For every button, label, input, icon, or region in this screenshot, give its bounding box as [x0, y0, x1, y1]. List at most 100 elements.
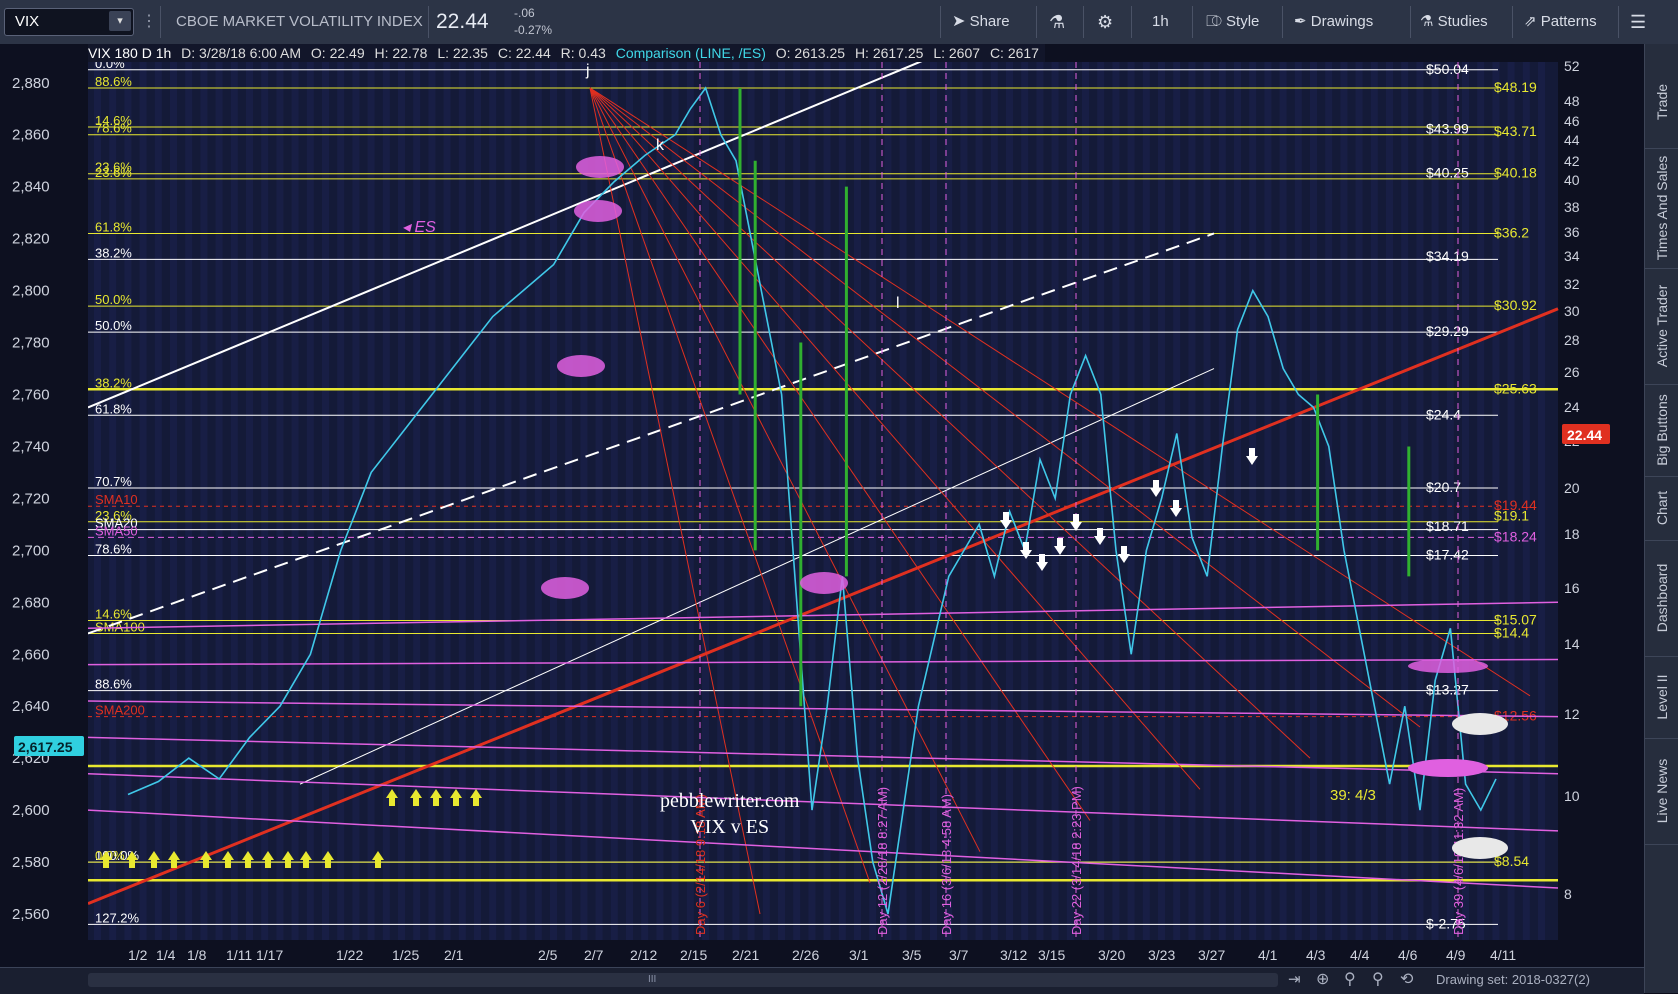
time-band — [1310, 62, 1317, 940]
sidebar-item-chart[interactable]: Chart — [1645, 476, 1678, 541]
drawings-label: Drawings — [1310, 13, 1374, 30]
link-icon[interactable]: ⋮ — [141, 0, 157, 44]
fib-right-label: $18.71 — [1426, 518, 1469, 534]
zoom-out-icon[interactable]: ⚲ — [1372, 969, 1384, 989]
divider — [428, 6, 429, 38]
gear-icon[interactable]: ⚙ — [1097, 0, 1113, 44]
right-axis-tick: 34 — [1564, 248, 1580, 264]
time-band — [215, 62, 223, 940]
fib-right-label: $24.4 — [1426, 406, 1461, 422]
x-axis-tick: 3/7 — [949, 947, 969, 963]
sidebar-item-live-news[interactable]: Live News — [1645, 738, 1678, 845]
infobar: VIX 180 D 1h D: 3/28/18 6:00 AM O: 22.49… — [88, 44, 1045, 62]
left-axis-tick: 2,800 — [12, 283, 50, 300]
price-change: -.06 — [514, 6, 535, 20]
sidebar-item-trade[interactable]: Trade — [1645, 56, 1678, 149]
right-axis-tick: 26 — [1564, 364, 1580, 380]
time-band — [1431, 62, 1439, 940]
fib-left-label: 61.8% — [95, 219, 132, 234]
time-band — [854, 62, 861, 940]
time-band — [1097, 62, 1105, 940]
fib-left-label: 78.6% — [95, 121, 132, 136]
symbol-input[interactable]: VIX ▾ — [4, 8, 134, 36]
menu-icon[interactable]: ☰ — [1630, 0, 1646, 44]
fib-right-label: $43.99 — [1426, 121, 1469, 137]
style-button[interactable]: ⎄ Style — [1206, 0, 1259, 44]
bar-low: L: 22.35 — [437, 45, 488, 61]
timeframe-button[interactable]: 1h — [1152, 0, 1169, 44]
fib-right-label: $50.04 — [1426, 61, 1469, 77]
x-axis-tick: 1/8 — [187, 947, 207, 963]
sidebar-item-label: Trade — [1654, 83, 1670, 121]
toolbar: VIX ▾ ⋮ CBOE MARKET VOLATILITY INDEX 22.… — [0, 0, 1678, 45]
x-axis-tick: 1/25 — [392, 947, 419, 963]
scrollbar[interactable]: III — [88, 973, 1278, 987]
magenta-marker — [1408, 759, 1488, 777]
patterns-button[interactable]: ⇗ Patterns — [1524, 0, 1597, 44]
fib-right-label: $18.24 — [1494, 528, 1537, 544]
time-band — [489, 62, 497, 940]
fib-right-label: $36.2 — [1494, 224, 1529, 240]
divider — [1282, 6, 1283, 38]
crosshair-icon[interactable]: ⊕ — [1316, 969, 1329, 989]
sidebar-item-level-ii[interactable]: Level II — [1645, 656, 1678, 739]
fib-left-label: SMA200 — [95, 703, 145, 718]
x-axis-tick: 2/26 — [792, 947, 819, 963]
magenta-marker — [576, 156, 624, 178]
chart-svg[interactable]: 0.0%88.6%14.6%78.6%23.6%23.6%61.8%38.2%5… — [0, 44, 1644, 967]
cmp-close: C: 2617 — [989, 45, 1039, 61]
fib-right-label: $17.42 — [1426, 547, 1469, 563]
chart-area[interactable]: 0.0% 88.6% 14.6% 78.6% 23.6% 23.6% 61.8% 38.2% 5… — [0, 44, 1644, 993]
time-band — [565, 62, 573, 940]
time-band — [1279, 62, 1287, 940]
time-band — [367, 62, 375, 940]
wave-label: j — [585, 62, 590, 79]
left-axis-tick: 2,700 — [12, 542, 50, 559]
reset-zoom-icon[interactable]: ⟲ — [1400, 969, 1413, 989]
fib-right-label: $34.19 — [1426, 248, 1469, 264]
time-band — [1386, 62, 1393, 940]
drawings-button[interactable]: ✒ Drawings — [1294, 0, 1373, 44]
chevron-down-icon[interactable]: ▾ — [109, 11, 131, 31]
divider — [1083, 6, 1084, 38]
divider — [1192, 6, 1193, 38]
bar-high: H: 22.78 — [374, 45, 428, 61]
scroll-right-icon[interactable]: ⇥ — [1288, 970, 1301, 988]
last-price: 22.44 — [436, 10, 489, 33]
time-band — [1051, 62, 1059, 940]
time-band — [1477, 62, 1485, 940]
fib-right-label: $29.29 — [1426, 323, 1469, 339]
flask-icon[interactable]: ⚗ — [1049, 0, 1065, 44]
study-label: VIX 180 D 1h — [88, 45, 172, 61]
time-band — [382, 62, 390, 940]
wave-label: k — [656, 137, 665, 154]
watermark: pebblewriter.com VIX v ES — [660, 788, 799, 840]
sidebar-item-dashboard[interactable]: Dashboard — [1645, 540, 1678, 657]
es-price-tag-label: 2,617.25 — [18, 739, 73, 755]
x-axis-tick: 4/4 — [1350, 947, 1370, 963]
x-axis-tick: 1/11 — [226, 947, 252, 963]
left-axis-tick: 2,720 — [12, 490, 50, 507]
drawing-set-label[interactable]: Drawing set: 2018-0327(2) — [1436, 972, 1590, 987]
time-band — [1538, 62, 1545, 940]
time-band — [170, 62, 177, 940]
time-band — [550, 62, 557, 940]
scrollbar-grip[interactable]: III — [648, 973, 656, 987]
fib-right-label: $20.7 — [1426, 479, 1461, 495]
right-axis-tick: 24 — [1564, 399, 1580, 415]
time-band — [413, 62, 421, 940]
sidebar-item-active-trader[interactable]: Active Trader — [1645, 268, 1678, 385]
style-label: Style — [1226, 13, 1260, 30]
sidebar-item-big-buttons[interactable]: Big Buttons — [1645, 384, 1678, 477]
share-button[interactable]: ➤ Share — [952, 0, 1010, 44]
zoom-in-icon[interactable]: ⚲ — [1344, 969, 1356, 989]
symbol-text: VIX — [15, 13, 40, 30]
time-band — [1249, 62, 1257, 940]
time-band — [1264, 62, 1272, 940]
x-axis-tick: 4/1 — [1258, 947, 1278, 963]
magenta-marker — [557, 355, 605, 377]
es-marker-label: ◂ ES — [402, 219, 436, 236]
time-band — [337, 62, 345, 940]
studies-button[interactable]: ⚗ Studies — [1420, 0, 1488, 44]
sidebar-item-times-and-sales[interactable]: Times And Sales — [1645, 148, 1678, 269]
